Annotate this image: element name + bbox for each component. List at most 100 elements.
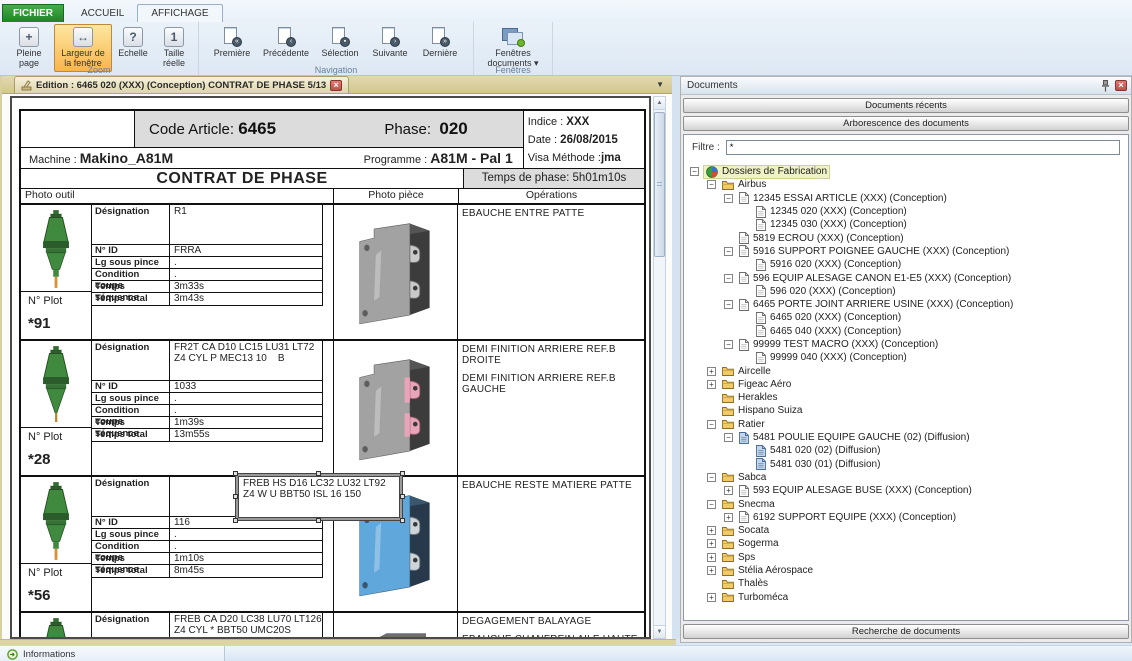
document-scrollbar[interactable]: ▲ ▼ — [653, 96, 666, 639]
selection-button[interactable]: ▪ Sélection — [315, 24, 365, 62]
tree-item[interactable]: 596 020 (XXX) (Conception) — [686, 285, 1128, 298]
expand-icon[interactable]: + — [707, 367, 716, 376]
tree-item[interactable]: +Sogerma — [686, 537, 1128, 550]
document-tab[interactable]: Edition : 6465 020 (XXX) (Conception) CO… — [14, 76, 349, 93]
selection-handle[interactable] — [400, 494, 405, 499]
expand-icon[interactable]: + — [724, 513, 733, 522]
tree-item[interactable]: −Snecma — [686, 497, 1128, 510]
tree-item[interactable]: −99999 TEST MACRO (XXX) (Conception) — [686, 338, 1128, 351]
collapse-icon[interactable]: − — [724, 300, 733, 309]
tree-item[interactable]: −596 EQUIP ALESAGE CANON E1-E5 (XXX) (Co… — [686, 271, 1128, 284]
collapse-icon[interactable]: − — [724, 340, 733, 349]
tree-item[interactable]: +Sps — [686, 551, 1128, 564]
expand-icon[interactable]: + — [707, 526, 716, 535]
collapse-icon[interactable]: − — [724, 194, 733, 203]
expand-icon[interactable]: + — [724, 486, 733, 495]
tree-item[interactable]: −Airbus — [686, 178, 1128, 191]
close-document-icon[interactable]: × — [330, 80, 342, 91]
collapse-icon[interactable]: − — [690, 167, 699, 176]
collapse-icon[interactable]: − — [724, 274, 733, 283]
designation-selection-box[interactable]: FREB HS D16 LC32 LU32 LT92 Z4 W U BBT50 … — [236, 474, 402, 520]
suivante-button[interactable]: › Suivante — [365, 24, 415, 62]
tab-list-dropdown-icon[interactable]: ▼ — [656, 80, 664, 89]
lg-sous-pince-value: . — [170, 529, 322, 540]
phase: Phase: 020 — [384, 119, 467, 139]
tree-item[interactable]: Thalès — [686, 577, 1128, 590]
doc-icon — [739, 511, 749, 523]
selection-handle[interactable] — [233, 518, 238, 523]
expand-icon[interactable]: + — [707, 566, 716, 575]
tree-item[interactable]: 99999 040 (XXX) (Conception) — [686, 351, 1128, 364]
selection-handle[interactable] — [400, 518, 405, 523]
scrollbar-thumb[interactable] — [654, 112, 665, 257]
condition-coupe-label: Condition coupe — [92, 269, 170, 280]
tree-item-label: 5481 030 (01) (Diffusion) — [770, 459, 880, 470]
close-panel-icon[interactable]: × — [1115, 80, 1127, 91]
tree-item[interactable]: −Ratier — [686, 418, 1128, 431]
tree-indent — [707, 393, 716, 402]
precedente-label: Précédente — [263, 49, 309, 59]
lg-sous-pince-label: Lg sous pince — [92, 529, 170, 540]
collapse-icon[interactable]: − — [724, 433, 733, 442]
recherche-documents-bar[interactable]: Recherche de documents — [683, 624, 1129, 639]
scroll-up-icon[interactable]: ▲ — [654, 97, 665, 110]
tree-item[interactable]: +Figeac Aéro — [686, 378, 1128, 391]
tree-item[interactable]: +593 EQUIP ALESAGE BUSE (XXX) (Conceptio… — [686, 484, 1128, 497]
tab-accueil[interactable]: ACCUEIL — [68, 5, 137, 22]
tree-item[interactable]: +Stélia Aérospace — [686, 564, 1128, 577]
tool-row: N° Plot *56 Désignation N° ID116 Lg sous… — [21, 475, 644, 611]
derniere-button[interactable]: » Dernière — [415, 24, 465, 62]
scroll-down-icon[interactable]: ▼ — [654, 625, 665, 638]
expand-icon[interactable]: + — [707, 553, 716, 562]
tree-indent — [741, 207, 750, 216]
collapse-icon[interactable]: − — [707, 180, 716, 189]
expand-icon[interactable]: + — [707, 593, 716, 602]
tree-indent — [741, 260, 750, 269]
tree-item[interactable]: Hispano Suiza — [686, 404, 1128, 417]
expand-icon[interactable]: + — [707, 539, 716, 548]
collapse-icon[interactable]: − — [724, 247, 733, 256]
filter-input[interactable] — [726, 140, 1120, 155]
documents-recents-bar[interactable]: Documents récents — [683, 98, 1129, 113]
selection-handle[interactable] — [316, 471, 321, 476]
tree-item[interactable]: +6192 SUPPORT EQUIPE (XXX) (Conception) — [686, 511, 1128, 524]
selection-handle[interactable] — [316, 518, 321, 523]
tree-item[interactable]: −5481 POULIE EQUIPE GAUCHE (02) (Diffusi… — [686, 431, 1128, 444]
tree-item[interactable]: +Aircelle — [686, 364, 1128, 377]
tree-item[interactable]: 6465 020 (XXX) (Conception) — [686, 311, 1128, 324]
n-id-label: N° ID — [92, 517, 170, 528]
tree-item[interactable]: −5916 SUPPORT POIGNEE GAUCHE (XXX) (Conc… — [686, 245, 1128, 258]
tree-item[interactable]: +Turboméca — [686, 591, 1128, 604]
operations-cell: DEGAGEMENT BALAYAGE EBAUCHE CHANFREIN AI… — [458, 613, 644, 639]
selection-handle[interactable] — [400, 471, 405, 476]
tree-item[interactable]: Herakles — [686, 391, 1128, 404]
tree-item[interactable]: −6465 PORTE JOINT ARRIERE USINE (XXX) (C… — [686, 298, 1128, 311]
arborescence-bar[interactable]: Arborescence des documents — [683, 116, 1129, 131]
premiere-button[interactable]: « Première — [207, 24, 257, 62]
collapse-icon[interactable]: − — [707, 473, 716, 482]
tree-item[interactable]: +Socata — [686, 524, 1128, 537]
tree-item[interactable]: 6465 040 (XXX) (Conception) — [686, 325, 1128, 338]
tree-item[interactable]: 12345 020 (XXX) (Conception) — [686, 205, 1128, 218]
collapse-icon[interactable]: − — [707, 420, 716, 429]
temps-total-label: Temps total — [92, 565, 170, 577]
echelle-button[interactable]: ? Echelle — [112, 24, 154, 62]
informations-tab[interactable]: Informations — [0, 646, 225, 661]
selection-handle[interactable] — [233, 494, 238, 499]
expand-icon[interactable]: + — [707, 380, 716, 389]
tree-item[interactable]: 5481 020 (02) (Diffusion) — [686, 444, 1128, 457]
tree-item[interactable]: 5481 030 (01) (Diffusion) — [686, 458, 1128, 471]
pin-icon[interactable] — [1101, 80, 1110, 92]
tree-item[interactable]: 5819 ECROU (XXX) (Conception) — [686, 231, 1128, 244]
tree-item[interactable]: 5916 020 (XXX) (Conception) — [686, 258, 1128, 271]
tree-item[interactable]: −12345 ESSAI ARTICLE (XXX) (Conception) — [686, 192, 1128, 205]
tab-affichage[interactable]: AFFICHAGE — [137, 4, 222, 22]
panel-splitter[interactable] — [672, 76, 680, 639]
precedente-button[interactable]: ‹ Précédente — [257, 24, 315, 62]
collapse-icon[interactable]: − — [707, 500, 716, 509]
selection-handle[interactable] — [233, 471, 238, 476]
tree-item[interactable]: 12345 030 (XXX) (Conception) — [686, 218, 1128, 231]
tab-fichier[interactable]: FICHIER — [2, 4, 64, 22]
tree-item[interactable]: −Sabca — [686, 471, 1128, 484]
tree-item[interactable]: −Dossiers de Fabrication — [686, 165, 1128, 178]
